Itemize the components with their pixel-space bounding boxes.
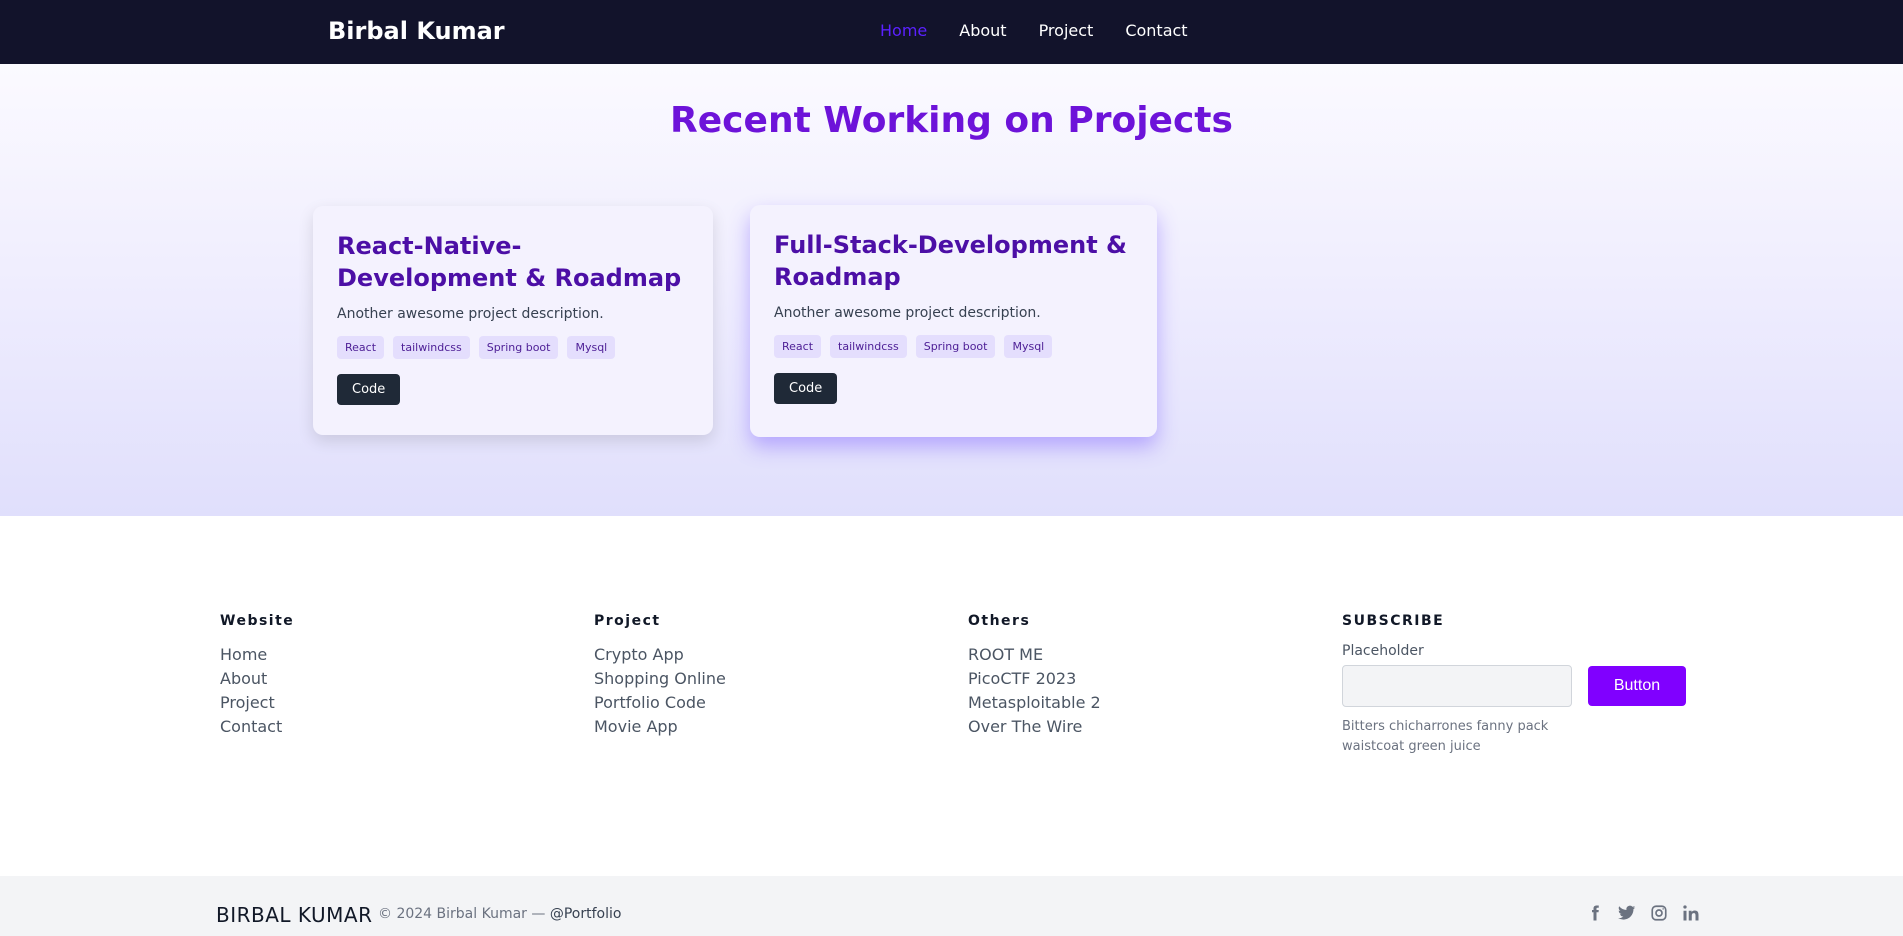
code-button[interactable]: Code <box>774 373 838 404</box>
project-tags: React tailwindcss Spring boot Mysql <box>337 336 689 359</box>
twitter-icon[interactable] <box>1618 904 1636 922</box>
footer-subscribe: SUBSCRIBE Placeholder Button Bitters chi… <box>1342 613 1686 757</box>
footer-column-others: Others ROOT ME PicoCTF 2023 Metasploitab… <box>968 613 1101 739</box>
project-card: React-Native-Development & Roadmap Anoth… <box>313 206 713 435</box>
footer-link[interactable]: Movie App <box>594 715 726 739</box>
tag-badge: Spring boot <box>915 335 996 358</box>
footer-column-heading: Website <box>220 613 295 629</box>
footer-link[interactable]: About <box>220 667 294 691</box>
footer-column-heading: Others <box>968 613 1031 629</box>
footer-link[interactable]: Portfolio Code <box>594 691 726 715</box>
tag-badge: tailwindcss <box>830 335 907 358</box>
brand-logo-text[interactable]: Birbal Kumar <box>328 17 505 45</box>
tag-badge: Mysql <box>567 336 616 359</box>
tag-badge: tailwindcss <box>393 336 470 359</box>
nav-link-project[interactable]: Project <box>1039 21 1094 40</box>
footer-link[interactable]: Contact <box>220 715 294 739</box>
nav-link-about[interactable]: About <box>959 21 1006 40</box>
linkedin-icon[interactable] <box>1682 904 1700 922</box>
top-navbar: Birbal Kumar Home About Project Contact <box>0 0 1903 64</box>
subscribe-note: Bitters chicharrones fanny pack waistcoa… <box>1342 719 1549 754</box>
footer-link[interactable]: Shopping Online <box>594 667 726 691</box>
project-card-title: React-Native-Development & Roadmap <box>337 232 682 292</box>
instagram-icon[interactable] <box>1650 904 1668 922</box>
project-card-title: Full-Stack-Development & Roadmap <box>774 231 1127 291</box>
footer-link-list: Home About Project Contact <box>220 643 294 739</box>
footer-links: Website Home About Project Contact Proje… <box>0 516 1903 876</box>
footer-link[interactable]: Metasploitable 2 <box>968 691 1101 715</box>
facebook-icon[interactable] <box>1586 904 1604 922</box>
subscribe-row: Button <box>1342 665 1686 707</box>
footer-link[interactable]: Over The Wire <box>968 715 1101 739</box>
tag-badge: Mysql <box>1004 335 1053 358</box>
nav-link-home[interactable]: Home <box>880 21 927 40</box>
footer-link[interactable]: Project <box>220 691 294 715</box>
subscribe-input-label: Placeholder <box>1342 643 1424 659</box>
subscribe-button[interactable]: Button <box>1588 666 1686 706</box>
subscribe-heading: SUBSCRIBE <box>1342 613 1445 629</box>
footer-link[interactable]: Home <box>220 643 294 667</box>
footer-column-heading: Project <box>594 613 661 629</box>
projects-section: Recent Working on Projects React-Native-… <box>0 64 1903 516</box>
footer-link-list: ROOT ME PicoCTF 2023 Metasploitable 2 Ov… <box>968 643 1101 739</box>
footer-link[interactable]: ROOT ME <box>968 643 1101 667</box>
tag-badge: Spring boot <box>478 336 559 359</box>
project-card-description: Another awesome project description. <box>774 305 1041 321</box>
project-card: Full-Stack-Development & Roadmap Another… <box>750 205 1157 437</box>
footer-bottom-bar: BIRBAL KUMAR © 2024 Birbal Kumar — @Port… <box>0 876 1903 936</box>
copyright-text: © 2024 Birbal Kumar — @Portfolio <box>378 906 621 922</box>
footer-link[interactable]: PicoCTF 2023 <box>968 667 1101 691</box>
footer-link[interactable]: Crypto App <box>594 643 726 667</box>
projects-section-title: Recent Working on Projects <box>670 100 1233 141</box>
portfolio-handle-link[interactable]: @Portfolio <box>550 906 622 922</box>
subscribe-input[interactable] <box>1342 665 1572 707</box>
project-card-description: Another awesome project description. <box>337 306 604 322</box>
project-tags: React tailwindcss Spring boot Mysql <box>774 335 1133 358</box>
footer-link-list: Crypto App Shopping Online Portfolio Cod… <box>594 643 726 739</box>
nav-link-contact[interactable]: Contact <box>1125 21 1187 40</box>
tag-badge: React <box>774 335 822 358</box>
code-button[interactable]: Code <box>337 374 401 405</box>
copyright-label: © 2024 Birbal Kumar — <box>378 906 546 922</box>
nav-links: Home About Project Contact <box>880 21 1188 40</box>
footer-column-website: Website Home About Project Contact <box>220 613 294 739</box>
footer-brand[interactable]: BIRBAL KUMAR <box>216 903 372 927</box>
social-links <box>1586 904 1700 922</box>
tag-badge: React <box>337 336 385 359</box>
footer-column-project: Project Crypto App Shopping Online Portf… <box>594 613 726 739</box>
